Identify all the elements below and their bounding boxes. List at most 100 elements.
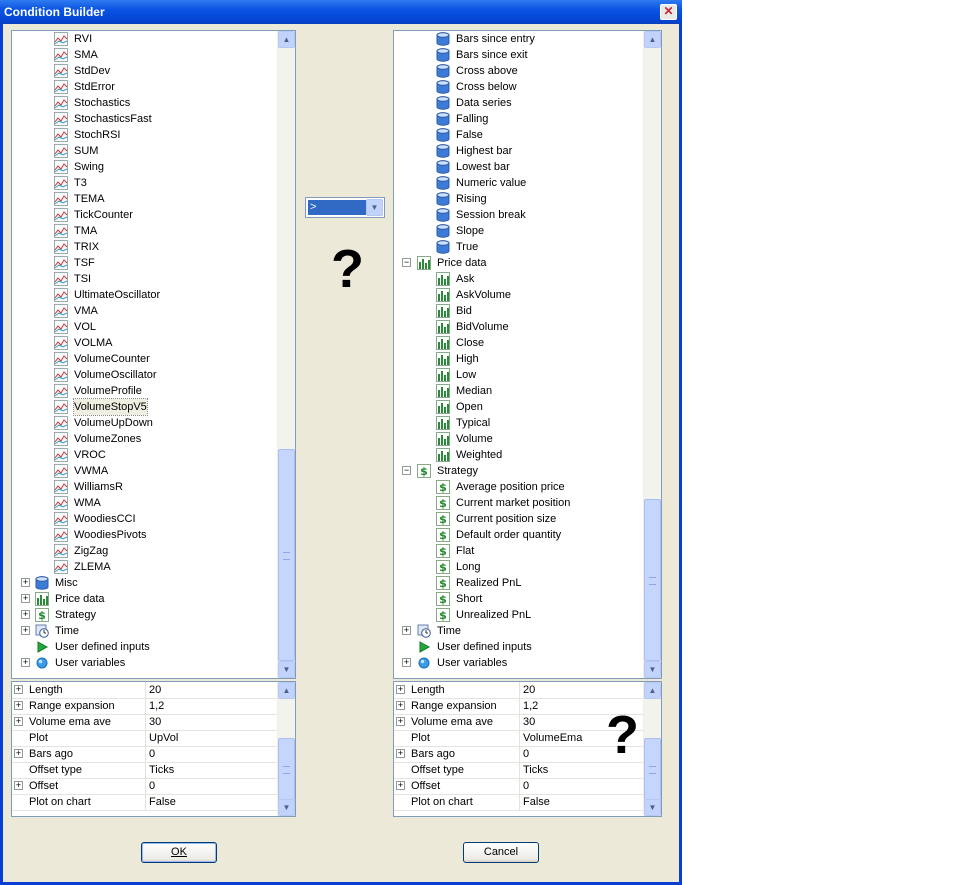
tree-item-sum[interactable]: SUM xyxy=(12,143,278,159)
tree-item-average-position-price[interactable]: $ Average position price xyxy=(394,479,644,495)
expand-icon[interactable]: + xyxy=(14,701,23,710)
expand-icon[interactable]: + xyxy=(396,701,405,710)
expand-icon[interactable]: + xyxy=(14,749,23,758)
tree-item-falling[interactable]: Falling xyxy=(394,111,644,127)
left-tree-scrollbar[interactable]: ▲ ▼ xyxy=(277,31,295,678)
scroll-thumb[interactable] xyxy=(278,449,295,661)
scroll-thumb[interactable] xyxy=(644,738,661,800)
tree-item-volumeoscillator[interactable]: VolumeOscillator xyxy=(12,367,278,383)
tree-item-volume[interactable]: Volume xyxy=(394,431,644,447)
expand-icon[interactable]: + xyxy=(396,781,405,790)
property-row-range-expansion[interactable]: + Range expansion 1,2 xyxy=(12,698,278,715)
expand-icon[interactable]: + xyxy=(21,626,30,635)
tree-item-bars-since-exit[interactable]: Bars since exit xyxy=(394,47,644,63)
tree-item-stochastics[interactable]: Stochastics xyxy=(12,95,278,111)
tree-item-volumeupdown[interactable]: VolumeUpDown xyxy=(12,415,278,431)
expand-icon[interactable]: + xyxy=(21,610,30,619)
tree-item-ultimateoscillator[interactable]: UltimateOscillator xyxy=(12,287,278,303)
expand-icon[interactable]: + xyxy=(396,749,405,758)
tree-item-volumestopv5[interactable]: VolumeStopV5 xyxy=(12,398,278,416)
scroll-up-icon[interactable]: ▲ xyxy=(278,31,295,48)
expand-icon[interactable]: + xyxy=(396,685,405,694)
tree-item-short[interactable]: $ Short xyxy=(394,591,644,607)
tree-item-user-variables[interactable]: + User variables xyxy=(394,655,644,671)
operator-dropdown[interactable]: > ▼ xyxy=(305,197,385,218)
tree-item-bidvolume[interactable]: BidVolume xyxy=(394,319,644,335)
tree-item-open[interactable]: Open xyxy=(394,399,644,415)
scroll-up-icon[interactable]: ▲ xyxy=(644,31,661,48)
property-value[interactable]: 30 xyxy=(145,714,278,730)
left-grid-scrollbar[interactable]: ▲ ▼ xyxy=(277,682,295,816)
tree-item-stddev[interactable]: StdDev xyxy=(12,63,278,79)
tree-item-time[interactable]: + Time xyxy=(12,623,278,639)
tree-item-askvolume[interactable]: AskVolume xyxy=(394,287,644,303)
tree-item-current-market-position[interactable]: $ Current market position xyxy=(394,495,644,511)
tree-item-high[interactable]: High xyxy=(394,351,644,367)
tree-item-zigzag[interactable]: ZigZag xyxy=(12,543,278,559)
tree-item-price-data[interactable]: + Price data xyxy=(12,591,278,607)
property-value[interactable]: Ticks xyxy=(145,762,278,778)
tree-item-low[interactable]: Low xyxy=(394,367,644,383)
collapse-icon[interactable]: − xyxy=(402,466,411,475)
tree-item-false[interactable]: False xyxy=(394,127,644,143)
tree-item-weighted[interactable]: Weighted xyxy=(394,447,644,463)
tree-item-bars-since-entry[interactable]: Bars since entry xyxy=(394,31,644,47)
tree-item-volma[interactable]: VOLMA xyxy=(12,335,278,351)
property-row-offset[interactable]: + Offset 0 xyxy=(12,778,278,795)
property-row-bars-ago[interactable]: + Bars ago 0 xyxy=(12,746,278,763)
tree-item-numeric-value[interactable]: Numeric value xyxy=(394,175,644,191)
expand-icon[interactable]: + xyxy=(14,685,23,694)
tree-item-strategy[interactable]: + $ Strategy xyxy=(12,607,278,623)
tree-item-cross-above[interactable]: Cross above xyxy=(394,63,644,79)
scroll-down-icon[interactable]: ▼ xyxy=(644,799,661,816)
property-row-plot[interactable]: Plot UpVol xyxy=(12,730,278,747)
tree-item-strategy[interactable]: − $ Strategy xyxy=(394,463,644,479)
scroll-down-icon[interactable]: ▼ xyxy=(278,799,295,816)
scroll-thumb[interactable] xyxy=(278,738,295,800)
property-value[interactable]: 1,2 xyxy=(145,698,278,714)
tree-item-sma[interactable]: SMA xyxy=(12,47,278,63)
tree-item-realized-pnl[interactable]: $ Realized PnL xyxy=(394,575,644,591)
tree-item-vwma[interactable]: VWMA xyxy=(12,463,278,479)
tree-item-unrealized-pnl[interactable]: $ Unrealized PnL xyxy=(394,607,644,623)
tree-item-vroc[interactable]: VROC xyxy=(12,447,278,463)
left-properties-grid[interactable]: + Length 20 + Range expansion 1,2 + Volume ema … xyxy=(11,681,296,817)
tree-item-data-series[interactable]: Data series xyxy=(394,95,644,111)
chevron-down-icon[interactable]: ▼ xyxy=(366,199,383,216)
scroll-up-icon[interactable]: ▲ xyxy=(278,682,295,699)
tree-item-user-defined-inputs[interactable]: User defined inputs xyxy=(394,639,644,655)
expand-icon[interactable]: + xyxy=(21,658,30,667)
tree-item-tickcounter[interactable]: TickCounter xyxy=(12,207,278,223)
property-value[interactable]: UpVol xyxy=(145,730,278,746)
scroll-thumb[interactable] xyxy=(644,499,661,661)
tree-item-default-order-quantity[interactable]: $ Default order quantity xyxy=(394,527,644,543)
tree-item-flat[interactable]: $ Flat xyxy=(394,543,644,559)
tree-item-long[interactable]: $ Long xyxy=(394,559,644,575)
expand-icon[interactable]: + xyxy=(14,717,23,726)
tree-item-ask[interactable]: Ask xyxy=(394,271,644,287)
expand-icon[interactable]: + xyxy=(402,658,411,667)
expand-icon[interactable]: + xyxy=(396,717,405,726)
property-value[interactable]: 0 xyxy=(145,778,278,794)
close-icon[interactable]: ✕ xyxy=(660,4,677,20)
tree-item-tsi[interactable]: TSI xyxy=(12,271,278,287)
tree-item-user-defined-inputs[interactable]: User defined inputs xyxy=(12,639,278,655)
right-condition-tree[interactable]: Bars since entry Bars since exit Cross abo… xyxy=(393,30,662,679)
tree-item-volumezones[interactable]: VolumeZones xyxy=(12,431,278,447)
tree-item-vma[interactable]: VMA xyxy=(12,303,278,319)
tree-item-highest-bar[interactable]: Highest bar xyxy=(394,143,644,159)
property-value[interactable]: 0 xyxy=(145,746,278,762)
property-value[interactable]: 0 xyxy=(519,778,644,794)
scroll-down-icon[interactable]: ▼ xyxy=(278,661,295,678)
tree-item-trix[interactable]: TRIX xyxy=(12,239,278,255)
tree-item-price-data[interactable]: − Price data xyxy=(394,255,644,271)
tree-item-tsf[interactable]: TSF xyxy=(12,255,278,271)
tree-item-cross-below[interactable]: Cross below xyxy=(394,79,644,95)
right-tree-scrollbar[interactable]: ▲ ▼ xyxy=(643,31,661,678)
expand-icon[interactable]: + xyxy=(21,594,30,603)
left-condition-tree[interactable]: RVI SMA StdDev StdError Stochastics Stochasti… xyxy=(11,30,296,679)
tree-item-stochrsi[interactable]: StochRSI xyxy=(12,127,278,143)
right-grid-scrollbar[interactable]: ▲ ▼ xyxy=(643,682,661,816)
tree-item-volumeprofile[interactable]: VolumeProfile xyxy=(12,383,278,399)
tree-item-slope[interactable]: Slope xyxy=(394,223,644,239)
